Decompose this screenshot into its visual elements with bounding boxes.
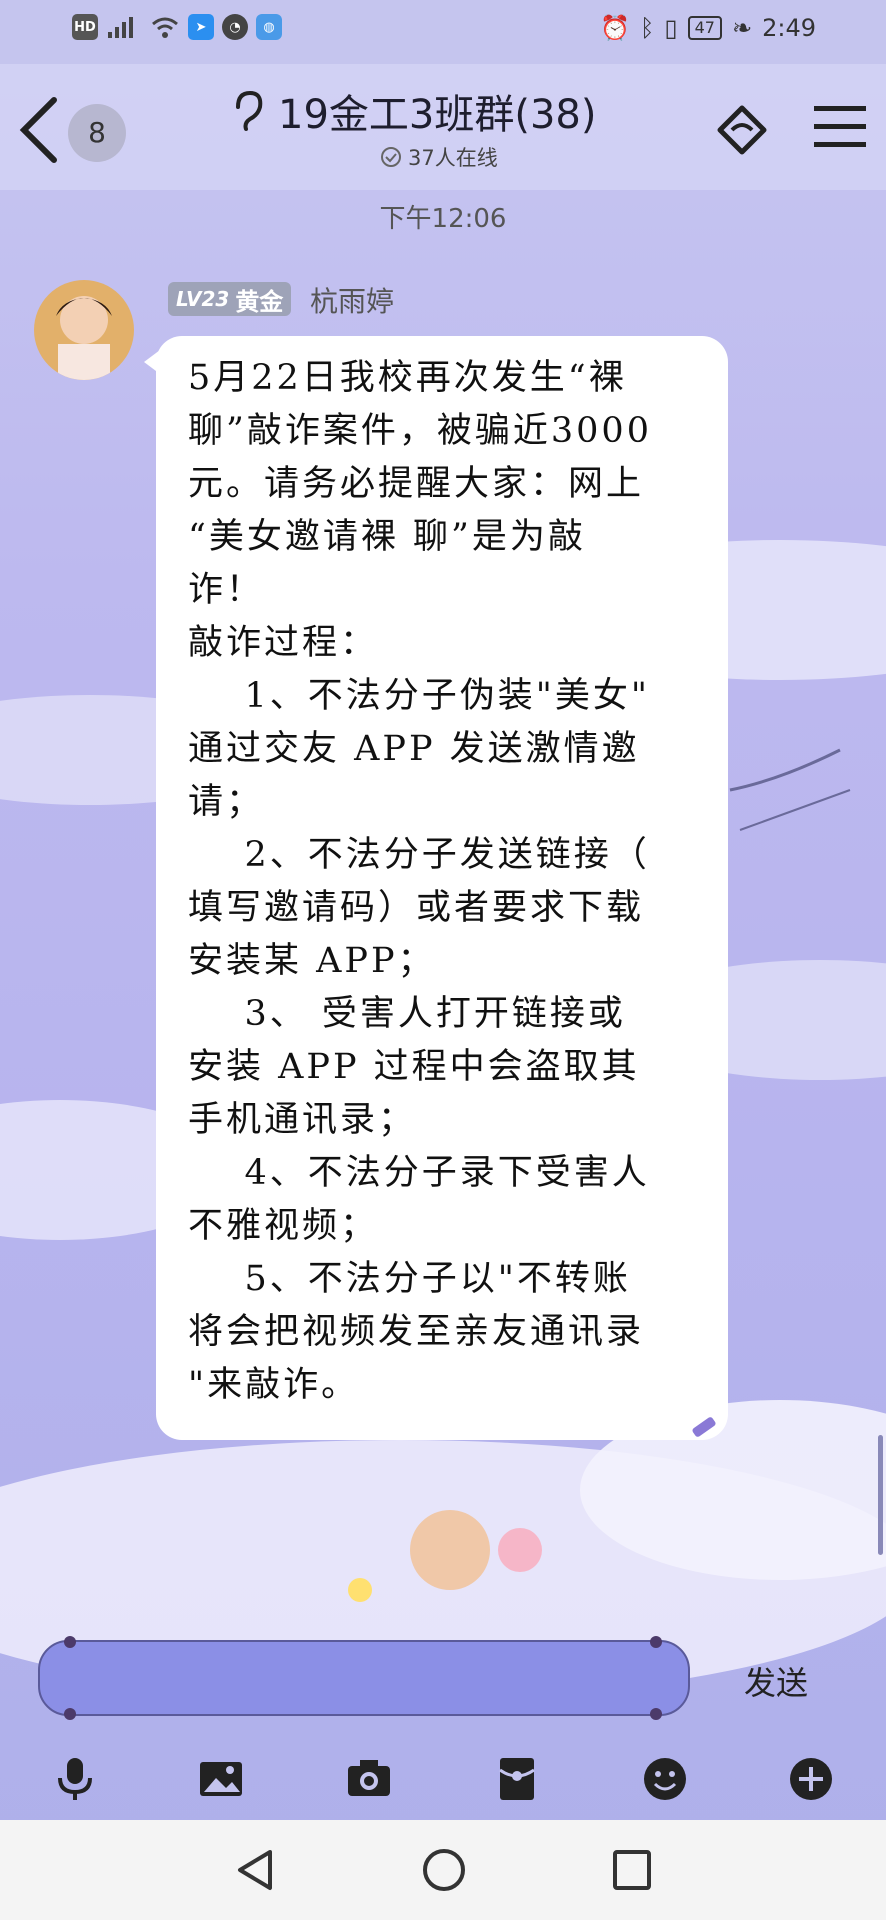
alarm-app-icon: ◔ <box>222 14 248 40</box>
emoji-icon[interactable] <box>640 1754 690 1804</box>
input-corner-dot <box>650 1708 662 1720</box>
sender-avatar[interactable] <box>34 280 134 380</box>
plus-icon[interactable] <box>786 1754 836 1804</box>
online-count: 37人在线 <box>408 146 498 170</box>
4g-signal-icon <box>108 17 133 38</box>
input-toolbar <box>0 1744 886 1814</box>
status-right: ⏰ ᛒ ▯ 47 ❧ 2:49 <box>600 14 816 42</box>
menu-icon[interactable] <box>812 102 868 152</box>
vibrate-icon: ▯ <box>664 14 678 42</box>
clock: 2:49 <box>762 14 816 42</box>
scrollbar[interactable] <box>878 1435 883 1555</box>
message-text: 5月22日我校再次发生“裸 聊”敲诈案件，被骗近3000 元。请务必提醒大家：网… <box>188 358 652 1405</box>
input-corner-dot <box>650 1636 662 1648</box>
battery-icon: 47 <box>687 16 722 40</box>
input-area: 发送 <box>0 1620 886 1820</box>
sender-name[interactable]: 杭雨婷 <box>310 280 394 320</box>
group-title: 19金工3班群(38) <box>278 92 597 138</box>
avatar-image <box>34 280 134 380</box>
send-button[interactable]: 发送 <box>744 1658 808 1704</box>
message-input[interactable] <box>38 1636 690 1720</box>
hd-icon: HD <box>72 14 98 40</box>
app-notification-icon: ➤ <box>188 14 214 40</box>
level-label: LV23 <box>176 287 230 311</box>
nav-back-icon[interactable] <box>232 1846 276 1894</box>
image-icon[interactable] <box>196 1754 246 1804</box>
chat-header: 8 19金工3班群(38) 37人在线 <box>0 64 886 190</box>
status-left-icons: HD ➤ ◔ ◍ <box>72 14 282 40</box>
nav-home-icon[interactable] <box>420 1846 468 1894</box>
microphone-icon[interactable] <box>50 1754 100 1804</box>
title-row[interactable]: 19金工3班群(38) <box>230 86 596 138</box>
online-status: 37人在线 <box>380 142 498 172</box>
nav-recents-icon[interactable] <box>610 1846 654 1894</box>
alarm-icon: ⏰ <box>600 14 630 42</box>
red-packet-icon[interactable] <box>492 1754 542 1804</box>
status-bar: HD ➤ ◔ ◍ ⏰ ᛒ ▯ 47 ❧ 2:49 <box>0 0 886 64</box>
input-corner-dot <box>64 1636 76 1648</box>
message-timestamp: 下午12:06 <box>379 204 507 234</box>
tier-label: 黄金 <box>235 287 284 316</box>
camera-icon[interactable] <box>344 1754 394 1804</box>
pencil-icon <box>692 1417 716 1437</box>
back-arrow-icon[interactable] <box>16 94 66 164</box>
message-bubble[interactable]: 5月22日我校再次发生“裸 聊”敲诈案件，被骗近3000 元。请务必提醒大家：网… <box>156 336 728 1440</box>
level-badge: LV23 黄金 <box>168 282 292 316</box>
browser-icon: ◍ <box>256 14 282 40</box>
system-nav-bar <box>0 1820 886 1920</box>
online-check-icon <box>381 147 401 167</box>
bluetooth-icon: ᛒ <box>640 14 655 42</box>
wifi-icon <box>152 17 178 38</box>
ear-icon <box>236 90 263 131</box>
input-corner-dot <box>64 1708 76 1720</box>
tag-link-icon[interactable] <box>712 100 772 160</box>
leaf-icon: ❧ <box>731 14 753 42</box>
unread-count-badge[interactable]: 8 <box>68 104 126 162</box>
